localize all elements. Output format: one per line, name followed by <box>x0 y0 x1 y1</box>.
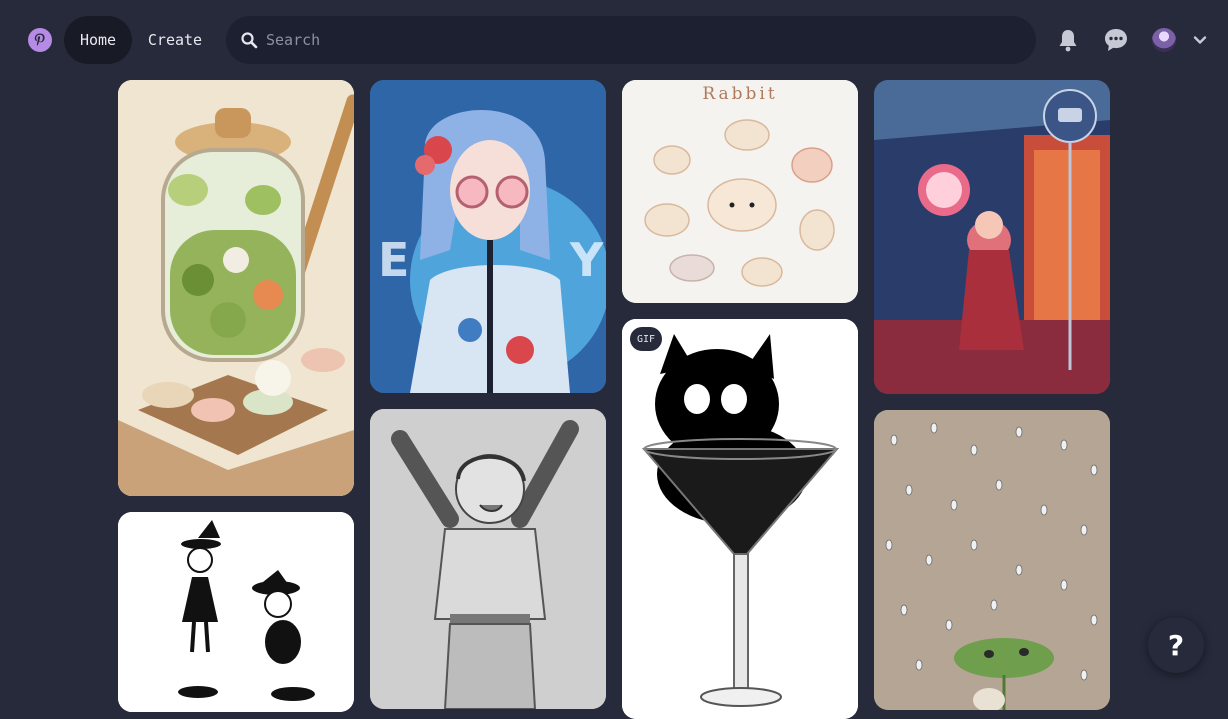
pin-card[interactable] <box>370 409 606 709</box>
search-bar[interactable] <box>226 16 1036 64</box>
nav-home-label: Home <box>79 31 117 49</box>
svg-text:Y: Y <box>569 233 604 287</box>
pin-image-rabbit <box>622 80 858 303</box>
help-button[interactable]: ? <box>1148 617 1204 673</box>
nav-home-button[interactable]: Home <box>64 16 132 64</box>
pin-card[interactable] <box>118 512 354 712</box>
gif-badge: GIF <box>630 327 663 351</box>
avatar[interactable] <box>1152 28 1176 52</box>
chat-bubble-icon[interactable] <box>1103 27 1129 53</box>
pin-image-blue-girl: E Y <box>370 80 606 393</box>
chevron-down-icon[interactable] <box>1187 27 1213 53</box>
pin-image-cat-glass <box>622 319 858 719</box>
pin-image-rain <box>874 410 1110 710</box>
pin-card[interactable]: Rabbit <box>622 80 858 303</box>
pin-image-sketch <box>370 409 606 709</box>
pinterest-logo-icon <box>34 33 45 46</box>
pin-card[interactable] <box>118 80 354 496</box>
pin-card[interactable] <box>874 80 1110 394</box>
pin-card[interactable]: E Y <box>370 80 606 393</box>
pin-image-witch <box>118 512 354 712</box>
search-input[interactable] <box>266 31 1006 49</box>
pinterest-logo[interactable] <box>28 28 52 52</box>
nav-create-label: Create <box>147 31 203 49</box>
search-icon <box>241 32 258 49</box>
pin-image-neon <box>874 80 1110 394</box>
bell-icon[interactable] <box>1055 27 1081 53</box>
pin-image-jar <box>118 80 354 496</box>
pin-rabbit-title: Rabbit <box>702 84 778 104</box>
svg-text:E: E <box>378 233 409 287</box>
question-mark-icon: ? <box>1167 628 1185 662</box>
pin-card[interactable]: GIF <box>622 319 858 719</box>
top-bar: Home Create <box>0 0 1228 80</box>
nav-create-button[interactable]: Create <box>136 16 214 64</box>
pin-card[interactable] <box>874 410 1110 710</box>
